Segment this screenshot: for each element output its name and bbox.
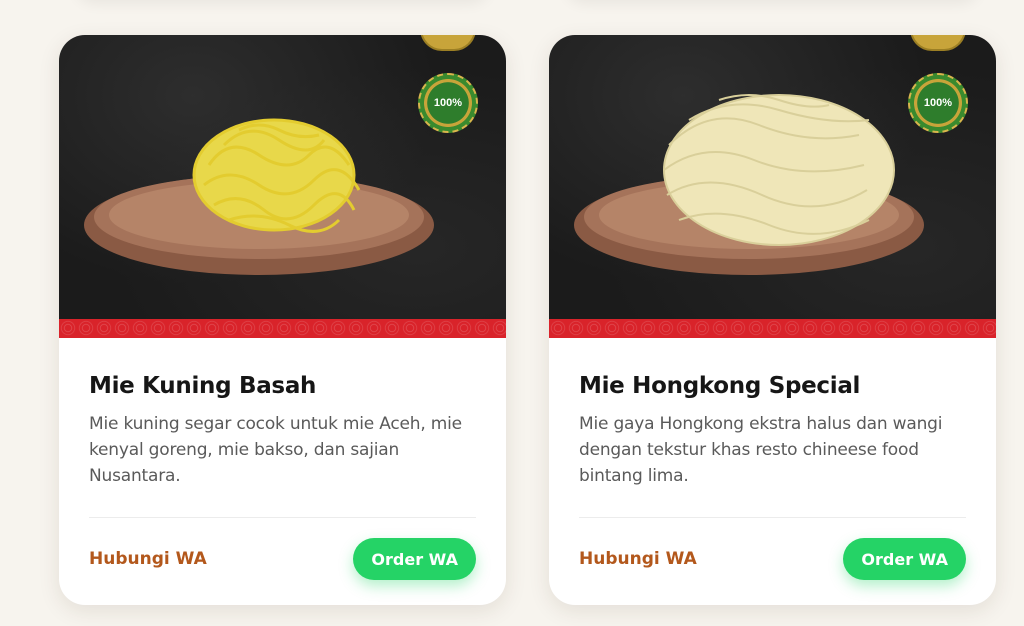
badge-text: 100% <box>923 97 953 109</box>
product-description: Mie kuning segar cocok untuk mie Aceh, m… <box>89 414 462 486</box>
product-image: 100% <box>59 35 506 338</box>
card-footer: Hubungi WA Order WA <box>89 538 476 580</box>
decorative-band <box>549 319 996 338</box>
quality-badge-icon: 100% <box>418 73 478 133</box>
divider <box>579 517 966 518</box>
product-image: 100% <box>549 35 996 338</box>
order-wa-button[interactable]: Order WA <box>843 538 966 580</box>
decorative-band <box>59 319 506 338</box>
product-description: Mie gaya Hongkong ekstra halus dan wangi… <box>579 414 943 486</box>
product-title: Mie Kuning Basah <box>89 373 317 399</box>
card-footer: Hubungi WA Order WA <box>579 538 966 580</box>
quality-badge-icon: 100% <box>908 73 968 133</box>
product-card: 100% Mie Hongkong Special Mie gaya Hongk… <box>549 35 996 605</box>
badge-text: 100% <box>433 97 463 109</box>
contact-wa-link[interactable]: Hubungi WA <box>89 549 207 569</box>
contact-wa-link[interactable]: Hubungi WA <box>579 549 697 569</box>
divider <box>89 517 476 518</box>
product-title: Mie Hongkong Special <box>579 373 861 399</box>
product-card: 100% Mie Kuning Basah Mie kuning segar c… <box>59 35 506 605</box>
order-wa-button[interactable]: Order WA <box>353 538 476 580</box>
